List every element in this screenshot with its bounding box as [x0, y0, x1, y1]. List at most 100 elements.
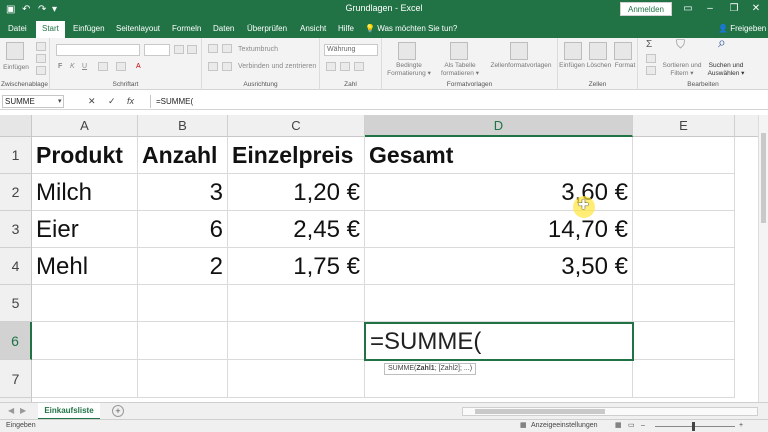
row-header-7[interactable]: 7 — [0, 360, 32, 398]
select-all-corner[interactable] — [0, 115, 32, 137]
cell-a3[interactable]: Eier — [32, 211, 138, 248]
tab-einfuegen[interactable]: Einfügen — [73, 24, 105, 33]
grow-font-icon[interactable] — [174, 45, 184, 54]
cell-a1[interactable]: Produkt — [32, 137, 138, 174]
format-cells-button[interactable]: Format — [612, 62, 638, 70]
bold-icon[interactable]: F — [58, 62, 62, 71]
cell-b1[interactable]: Anzahl — [138, 137, 228, 174]
column-header-c[interactable]: C — [228, 115, 365, 137]
font-color-icon[interactable]: A — [136, 62, 141, 71]
align-left-icon[interactable] — [208, 62, 218, 71]
cell-styles-button[interactable]: Zellenformatvorlagen — [486, 62, 556, 70]
number-format-select[interactable]: Währung — [324, 44, 378, 56]
fill-color-icon[interactable] — [116, 62, 126, 71]
add-sheet-icon[interactable]: + — [112, 405, 124, 417]
active-cell-d6[interactable]: =SUMME( — [364, 322, 634, 361]
shrink-font-icon[interactable] — [187, 45, 197, 54]
horizontal-scrollbar[interactable] — [462, 407, 758, 416]
column-header-a[interactable]: A — [32, 115, 138, 137]
cell-e6[interactable] — [633, 322, 735, 360]
cell-c6[interactable] — [228, 322, 365, 360]
tab-start[interactable]: Start — [36, 21, 65, 38]
sort-filter-icon[interactable]: ⛉ — [676, 38, 685, 50]
cell-b3[interactable]: 6 — [138, 211, 228, 248]
cell-e2[interactable] — [633, 174, 735, 211]
cell-b6[interactable] — [138, 322, 228, 360]
cell-c3[interactable]: 2,45 € — [228, 211, 365, 248]
row-header-5[interactable]: 5 — [0, 285, 32, 322]
cell-e3[interactable] — [633, 211, 735, 248]
cell-d5[interactable] — [365, 285, 633, 322]
insert-cells-button[interactable]: Einfügen — [558, 62, 586, 70]
align-top-icon[interactable] — [208, 44, 218, 53]
tab-seitenlayout[interactable]: Seitenlayout — [116, 24, 160, 33]
cancel-entry-icon[interactable]: ✕ — [88, 95, 96, 108]
share-button[interactable]: 👤 Freigeben — [718, 24, 766, 33]
display-settings-icon[interactable]: ▦ — [520, 420, 527, 432]
zoom-slider-knob[interactable] — [692, 422, 695, 431]
format-painter-icon[interactable] — [36, 66, 46, 75]
insert-function-icon[interactable]: fx — [127, 95, 134, 108]
horizontal-scroll-thumb[interactable] — [475, 409, 605, 414]
find-select-icon[interactable]: ⌕ — [718, 35, 726, 49]
insert-cells-icon[interactable] — [564, 42, 582, 60]
delete-cells-icon[interactable] — [589, 42, 607, 60]
cell-c2[interactable]: 1,20 € — [228, 174, 365, 211]
cell-b2[interactable]: 3 — [138, 174, 228, 211]
confirm-entry-icon[interactable]: ✓ — [108, 95, 116, 108]
sheet-tab-einkaufsliste[interactable]: Einkaufsliste — [38, 403, 100, 420]
cell-b5[interactable] — [138, 285, 228, 322]
cell-d1[interactable]: Gesamt — [365, 137, 633, 174]
column-header-e[interactable]: E — [633, 115, 735, 137]
row-header-3[interactable]: 3 — [0, 211, 32, 248]
paste-icon[interactable] — [6, 42, 24, 60]
signin-button[interactable]: Anmelden — [620, 2, 672, 16]
borders-icon[interactable] — [98, 62, 108, 71]
vertical-scrollbar[interactable] — [758, 115, 768, 402]
tab-ueberpruefen[interactable]: Überprüfen — [247, 24, 287, 33]
page-layout-view-icon[interactable]: ▭ — [628, 420, 635, 432]
tab-ansicht[interactable]: Ansicht — [300, 24, 326, 33]
cell-styles-icon[interactable] — [510, 42, 528, 60]
cell-a2[interactable]: Milch — [32, 174, 138, 211]
tell-me-search[interactable]: 💡 Was möchten Sie tun? — [365, 24, 457, 33]
tab-formeln[interactable]: Formeln — [172, 24, 201, 33]
cell-a6[interactable] — [32, 322, 138, 360]
cell-e1[interactable] — [633, 137, 735, 174]
close-icon[interactable]: ✕ — [748, 2, 764, 16]
name-box[interactable]: SUMME — [2, 95, 64, 108]
minimize-icon[interactable]: – — [702, 2, 718, 16]
cell-b7[interactable] — [138, 360, 228, 398]
fill-icon[interactable] — [646, 54, 656, 63]
zoom-in-icon[interactable]: + — [739, 420, 743, 432]
cell-a7[interactable] — [32, 360, 138, 398]
cell-e4[interactable] — [633, 248, 735, 285]
ribbon-display-icon[interactable]: ▭ — [680, 2, 696, 16]
maximize-icon[interactable]: ❐ — [726, 2, 742, 16]
clear-icon[interactable] — [646, 66, 656, 75]
cell-a5[interactable] — [32, 285, 138, 322]
font-size-select[interactable] — [144, 44, 170, 56]
merge-center-button[interactable]: Verbinden und zentrieren — [224, 62, 316, 71]
font-name-select[interactable] — [56, 44, 140, 56]
underline-icon[interactable]: U — [82, 62, 87, 71]
percent-icon[interactable] — [340, 62, 350, 71]
format-table-icon[interactable] — [450, 42, 468, 60]
normal-view-icon[interactable]: ▦ — [615, 420, 622, 432]
display-settings-button[interactable]: Anzeigeeinstellungen — [531, 420, 598, 432]
copy-icon[interactable] — [36, 54, 46, 63]
autosum-icon[interactable]: Σ — [646, 40, 652, 50]
zoom-slider[interactable] — [655, 426, 735, 427]
row-header-4[interactable]: 4 — [0, 248, 32, 285]
cell-c7[interactable] — [228, 360, 365, 398]
sort-filter-button[interactable]: Sortieren und Filtern ▾ — [660, 62, 704, 78]
zoom-out-icon[interactable]: – — [641, 420, 645, 432]
vertical-scroll-thumb[interactable] — [761, 133, 766, 223]
paste-button[interactable]: Einfügen — [2, 64, 30, 72]
cell-c1[interactable]: Einzelpreis — [228, 137, 365, 174]
cell-c4[interactable]: 1,75 € — [228, 248, 365, 285]
sheet-prev-icon[interactable]: ◀ — [8, 406, 14, 415]
wrap-text-button[interactable]: Textumbruch — [224, 45, 278, 54]
tab-datei[interactable]: Datei — [8, 24, 27, 33]
currency-icon[interactable] — [326, 62, 336, 71]
